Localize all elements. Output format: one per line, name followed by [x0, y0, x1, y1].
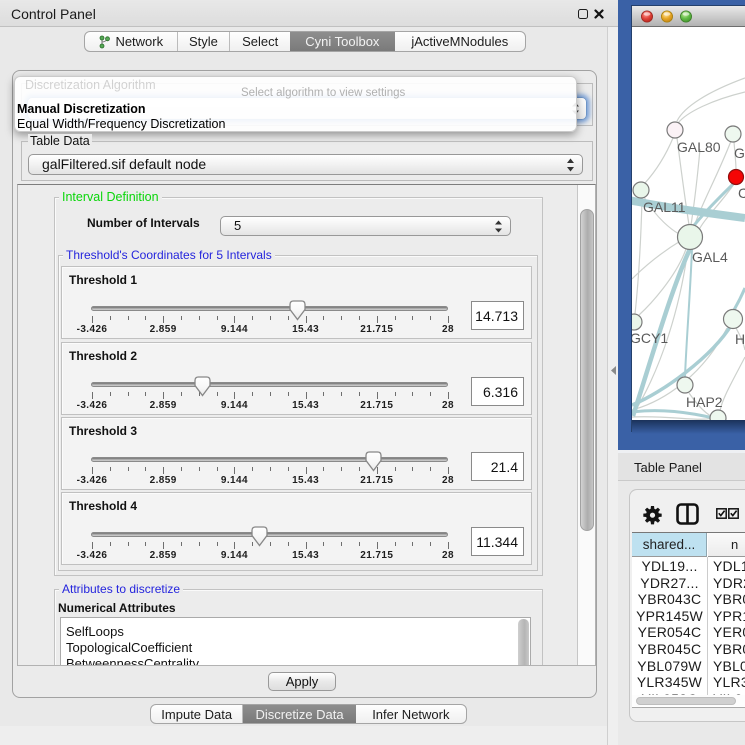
svg-text:GAL4: GAL4 — [692, 249, 728, 265]
svg-text:GAL80: GAL80 — [677, 139, 721, 155]
svg-text:GCY1: GCY1 — [632, 330, 668, 346]
svg-text:HAP2: HAP2 — [686, 394, 723, 410]
svg-text:H: H — [735, 331, 745, 347]
svg-text:C: C — [738, 185, 745, 201]
svg-text:GAL11: GAL11 — [643, 199, 686, 215]
svg-text:GA: GA — [734, 145, 745, 161]
